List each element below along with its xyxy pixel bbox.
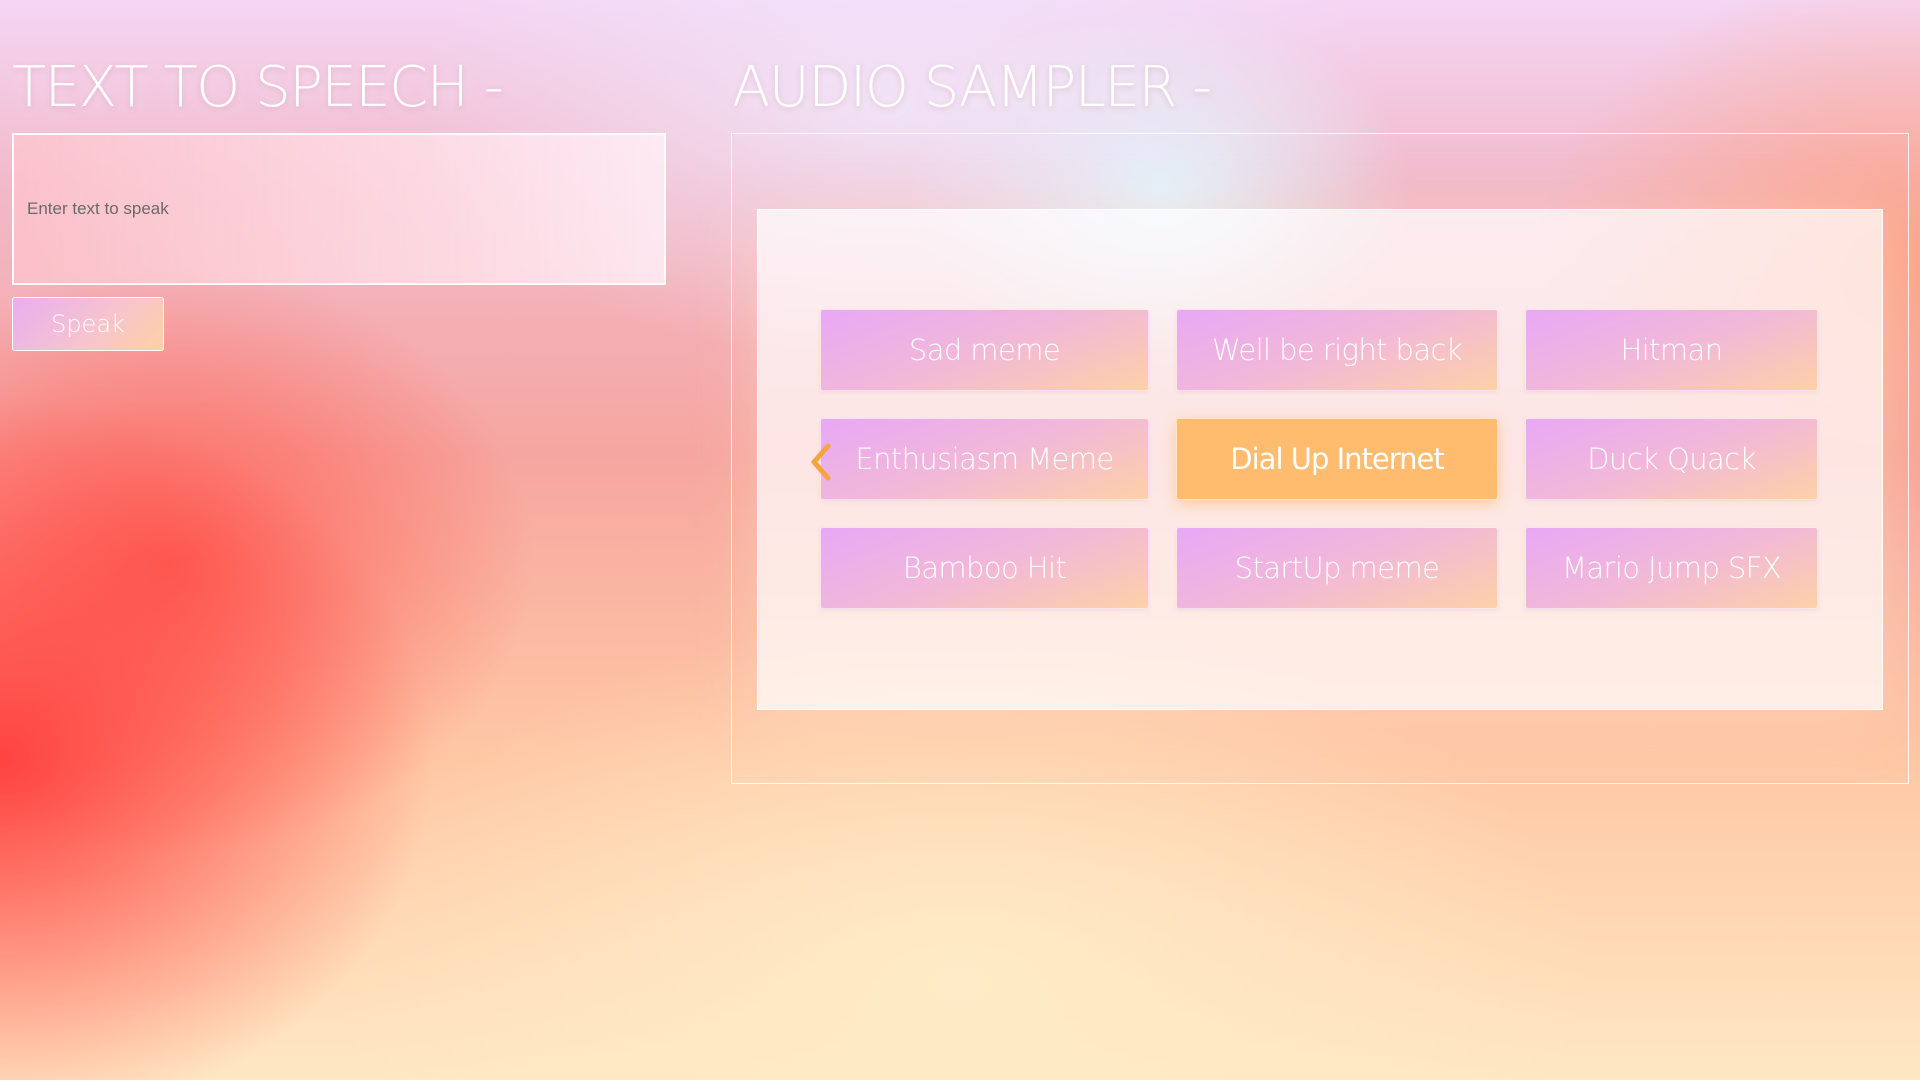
sample-button-dial-up-internet[interactable]: Dial Up Internet [1176, 418, 1498, 500]
sample-button-duck-quack[interactable]: Duck Quack [1525, 418, 1818, 500]
sampler-title: AUDIO SAMPLER - [732, 55, 1212, 120]
sample-button-well-be-right-back[interactable]: Well be right back [1176, 309, 1498, 391]
sample-button-startup-meme[interactable]: StartUp meme [1176, 527, 1498, 609]
sample-button-hitman[interactable]: Hitman [1525, 309, 1818, 391]
tts-text-input[interactable] [12, 133, 666, 285]
tts-title: TEXT TO SPEECH - [12, 55, 504, 120]
speak-button[interactable]: Speak [12, 297, 164, 351]
sample-button-bamboo-hit[interactable]: Bamboo Hit [820, 527, 1149, 609]
chevron-left-icon[interactable] [806, 442, 836, 482]
sample-button-enthusiasm-meme[interactable]: Enthusiasm Meme [820, 418, 1149, 500]
sample-button-sad-meme[interactable]: Sad meme [820, 309, 1149, 391]
sample-button-mario-jump-sfx[interactable]: Mario Jump SFX [1525, 527, 1818, 609]
